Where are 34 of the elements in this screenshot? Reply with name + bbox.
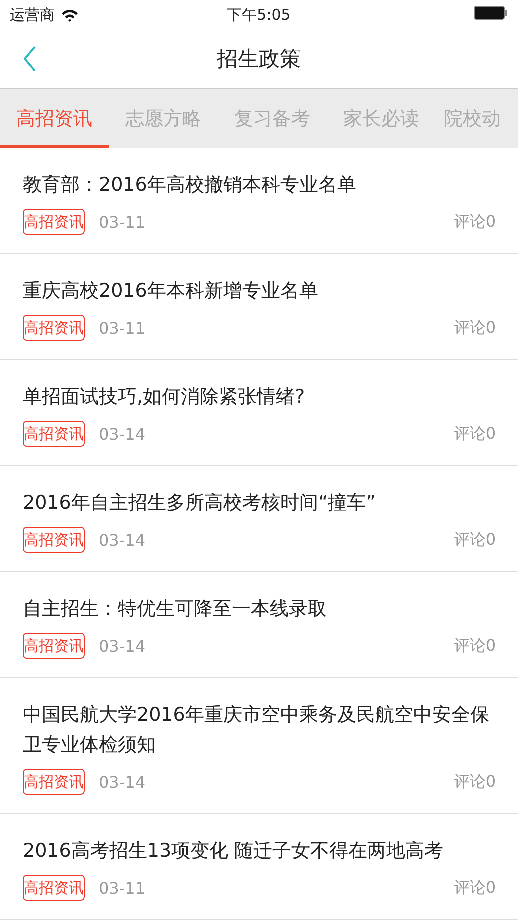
comment-count: 评论0: [454, 772, 496, 792]
comment-count: 评论0: [454, 318, 496, 338]
comment-count: 评论0: [454, 530, 496, 550]
article-date: 03-14: [99, 636, 146, 656]
article-title[interactable]: 中国民航大学2016年重庆市空中乘务及民航空中安全保卫专业体检须知: [23, 700, 518, 760]
comment-count: 评论0: [454, 212, 496, 232]
category-tag: 高招资讯: [23, 875, 85, 901]
comment-count: 评论0: [454, 424, 496, 444]
category-tag: 高招资讯: [23, 527, 85, 553]
status-time: 下午5:05: [227, 6, 291, 24]
back-icon[interactable]: [23, 46, 37, 72]
article-title[interactable]: 2016年自主招生多所高校考核时间“撞车”: [23, 488, 518, 518]
article-title[interactable]: 单招面试技巧,如何消除紧张情绪?: [23, 382, 518, 412]
comment-count: 评论0: [454, 878, 496, 898]
battery-icon: [474, 6, 508, 20]
category-tag: 高招资讯: [23, 421, 85, 447]
category-tag: 高招资讯: [23, 633, 85, 659]
article-date: 03-11: [99, 878, 146, 898]
article-date: 03-14: [99, 424, 146, 444]
category-tag: 高招资讯: [23, 315, 85, 341]
article-title[interactable]: 教育部：2016年高校撤销本科专业名单: [23, 170, 518, 200]
category-tag: 高招资讯: [23, 769, 85, 795]
article-title[interactable]: 2016高考招生13项变化 随迁子女不得在两地高考: [23, 836, 518, 866]
category-tag: 高招资讯: [23, 209, 85, 235]
article-date: 03-11: [99, 318, 146, 338]
article-date: 03-14: [99, 772, 146, 792]
carrier-name: 运营商: [10, 6, 55, 24]
comment-count: 评论0: [454, 636, 496, 656]
article-title[interactable]: 重庆高校2016年本科新增专业名单: [23, 276, 518, 306]
page-title: 招生政策: [217, 46, 301, 73]
article-date: 03-11: [99, 212, 146, 232]
article-date: 03-14: [99, 530, 146, 550]
article-title[interactable]: 自主招生：特优生可降至一本线录取: [23, 594, 518, 624]
wifi-icon: [61, 8, 79, 22]
